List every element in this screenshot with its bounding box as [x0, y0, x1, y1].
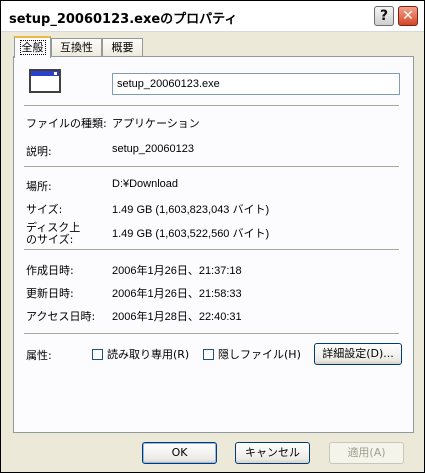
readonly-checkbox-box[interactable] — [92, 348, 103, 360]
file-name-field[interactable]: setup_20060123.exe — [112, 73, 400, 95]
window-title: setup_20060123.exeのプロパティ — [9, 12, 238, 27]
separator — [24, 105, 399, 106]
size-on-disk-label-line1: ディスク上 — [26, 221, 81, 234]
cancel-button[interactable]: キャンセル — [235, 442, 310, 464]
attributes-label: 属性: — [26, 349, 52, 362]
general-tab-panel: setup_20060123.exe ファイルの種類: アプリケーション 説明:… — [13, 56, 414, 433]
size-on-disk-label-line2: のサイズ: — [26, 233, 74, 246]
file-type-label: ファイルの種類: — [26, 117, 107, 130]
separator — [24, 166, 399, 167]
close-button[interactable]: ✕ — [398, 6, 418, 26]
description-label: 説明: — [26, 145, 52, 158]
modified-label: 更新日時: — [26, 287, 74, 300]
apply-button[interactable]: 適用(A) — [329, 442, 404, 464]
hidden-checkbox-box[interactable] — [203, 348, 214, 360]
location-label: 場所: — [26, 180, 52, 193]
hidden-checkbox[interactable]: 隠しファイル(H) — [203, 347, 301, 361]
created-label: 作成日時: — [26, 264, 74, 277]
readonly-checkbox[interactable]: 読み取り専用(R) — [92, 347, 189, 361]
title-bar[interactable]: setup_20060123.exeのプロパティ ? ✕ — [1, 1, 424, 32]
tab-general[interactable]: 全般 — [14, 36, 51, 58]
modified-value: 2006年1月26日、21:58:33 — [112, 288, 242, 300]
hidden-checkbox-label: 隠しファイル(H) — [218, 348, 301, 361]
readonly-checkbox-label: 読み取り専用(R) — [107, 348, 190, 361]
tab-summary-label: 概要 — [111, 41, 134, 54]
advanced-button[interactable]: 詳細設定(D)... — [314, 343, 402, 365]
accessed-label: アクセス日時: — [26, 310, 96, 323]
help-button[interactable]: ? — [374, 6, 394, 26]
separator — [24, 333, 399, 334]
size-value: 1.49 GB (1,603,823,043 バイト) — [112, 204, 270, 216]
properties-dialog: setup_20060123.exeのプロパティ ? ✕ 全般 互換性 概要 s… — [0, 0, 425, 473]
accessed-value: 2006年1月28日、22:40:31 — [112, 311, 242, 323]
created-value: 2006年1月26日、21:37:18 — [112, 265, 242, 277]
size-on-disk-value: 1.49 GB (1,603,522,560 バイト) — [112, 228, 270, 240]
tab-compatibility-label: 互換性 — [60, 41, 93, 54]
ok-button[interactable]: OK — [142, 442, 217, 464]
application-icon — [29, 69, 61, 93]
description-value: setup_20060123 — [112, 143, 194, 155]
tab-compatibility[interactable]: 互換性 — [51, 38, 102, 58]
tab-summary[interactable]: 概要 — [102, 38, 143, 58]
close-icon: ✕ — [402, 8, 414, 24]
size-label: サイズ: — [26, 203, 63, 216]
help-icon: ? — [379, 8, 389, 24]
tab-general-label: 全般 — [19, 40, 46, 55]
separator — [24, 249, 399, 250]
file-type-value: アプリケーション — [112, 117, 200, 130]
location-value: D:¥Download — [112, 178, 179, 190]
